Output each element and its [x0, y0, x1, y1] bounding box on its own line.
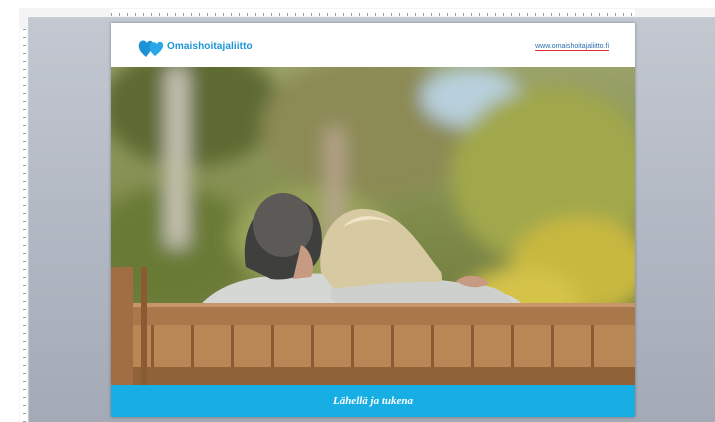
couple-on-bench-photo[interactable]	[111, 67, 635, 385]
horizontal-ruler-scale	[111, 9, 635, 16]
vertical-ruler[interactable]	[19, 17, 29, 422]
heart-pair-icon	[138, 40, 164, 57]
tagline-banner: Lähellä ja tukena	[111, 385, 635, 417]
vertical-ruler-scale	[20, 29, 27, 422]
tagline-text: Lähellä ja tukena	[332, 395, 414, 407]
slide-header: Omaishoitajaliitto www.omaishoitajaliitt…	[111, 23, 635, 67]
horizontal-ruler[interactable]	[19, 8, 715, 18]
slide-canvas[interactable]: Omaishoitajaliitto www.omaishoitajaliitt…	[111, 23, 635, 417]
photo-illustration	[111, 67, 635, 385]
logo-text: Omaishoitajaliitto	[167, 41, 253, 52]
website-url: www.omaishoitajaliitto.fi	[535, 43, 609, 50]
